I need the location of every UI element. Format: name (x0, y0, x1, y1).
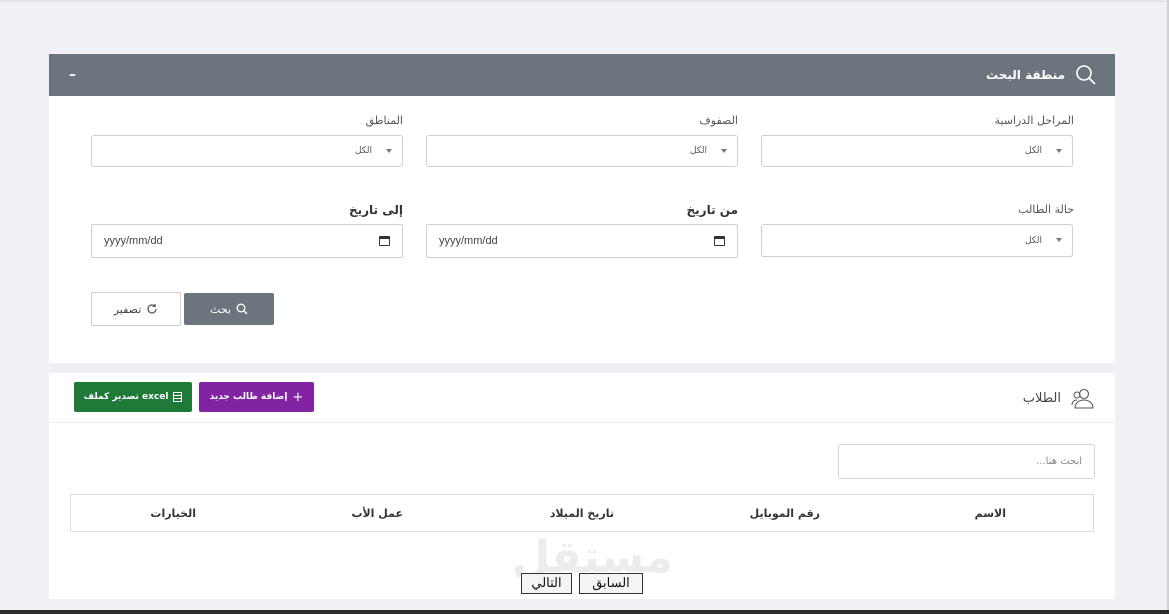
top-border (0, 0, 1169, 2)
grades-select-value: الكل (689, 146, 707, 156)
search-panel-title-wrap: منطقة البحث (986, 64, 1097, 86)
search-button[interactable]: بحث (184, 293, 274, 325)
chevron-down-icon (1056, 149, 1062, 153)
add-student-button[interactable]: + إضافة طالب جديد (199, 382, 314, 412)
from-date-label: من تاريخ (686, 203, 738, 217)
grades-label: الصفوف (699, 114, 738, 127)
search-panel-title: منطقة البحث (986, 68, 1065, 82)
regions-select-value: الكل (354, 146, 372, 156)
students-table-header: الاسم رقم الموبايل تاريخ الميلاد عمل الأ… (70, 494, 1094, 532)
search-icon (1076, 65, 1096, 85)
chevron-down-icon (1056, 238, 1062, 242)
reset-button[interactable]: تصفير (91, 292, 181, 326)
export-excel-button-label: excel تصدير كملف (83, 392, 169, 402)
grades-select[interactable]: الكل (426, 135, 738, 167)
status-select[interactable]: الكل (761, 224, 1073, 257)
to-date-placeholder: yyyy/mm/dd (104, 235, 163, 247)
search-button-label: بحث (210, 302, 231, 316)
calendar-icon[interactable] (379, 236, 390, 246)
students-panel-header: الطلاب + إضافة طالب جديد excel تصدير كمل… (49, 373, 1115, 423)
column-birthdate[interactable]: تاريخ الميلاد (550, 507, 614, 520)
to-date-input[interactable]: yyyy/mm/dd (91, 224, 403, 258)
from-date-input[interactable]: yyyy/mm/dd (426, 224, 738, 258)
refresh-icon (147, 304, 157, 314)
status-label: حالة الطالب (1018, 203, 1074, 216)
table-search-placeholder: ابحث هنا... (1036, 456, 1082, 467)
reset-button-label: تصفير (113, 302, 142, 316)
table-search-input[interactable]: ابحث هنا... (838, 444, 1095, 479)
regions-select[interactable]: الكل (91, 135, 403, 167)
to-date-label: إلى تاريخ (348, 203, 403, 217)
stages-label: المراحل الدراسية (994, 114, 1074, 127)
stages-select[interactable]: الكل (761, 135, 1073, 167)
column-name[interactable]: الاسم (975, 507, 1006, 520)
stages-select-value: الكل (1024, 146, 1042, 156)
students-title-wrap: الطلاب (1023, 387, 1095, 409)
column-father-job[interactable]: عمل الأب (351, 507, 403, 520)
bottom-border (0, 610, 1169, 614)
regions-label: المناطق (365, 114, 403, 127)
status-select-value: الكل (1024, 235, 1042, 246)
search-icon (236, 303, 248, 315)
users-icon (1071, 388, 1094, 409)
previous-page-button[interactable]: السابق (579, 573, 643, 594)
from-date-placeholder: yyyy/mm/dd (439, 235, 498, 247)
column-mobile[interactable]: رقم الموبايل (750, 507, 820, 520)
chevron-down-icon (721, 149, 727, 153)
export-excel-button[interactable]: excel تصدير كملف (74, 382, 192, 412)
students-panel: الطلاب + إضافة طالب جديد excel تصدير كمل… (49, 373, 1115, 599)
add-student-button-label: إضافة طالب جديد (209, 392, 288, 402)
column-options[interactable]: الخيارات (150, 507, 196, 520)
search-panel-header: منطقة البحث – (49, 54, 1115, 96)
chevron-down-icon (386, 149, 392, 153)
plus-icon: + (292, 389, 304, 405)
spreadsheet-icon (173, 392, 183, 402)
students-title: الطلاب (1022, 390, 1061, 406)
next-page-button[interactable]: التالي (521, 573, 572, 594)
calendar-icon[interactable] (714, 236, 725, 246)
collapse-button[interactable]: – (69, 68, 76, 82)
